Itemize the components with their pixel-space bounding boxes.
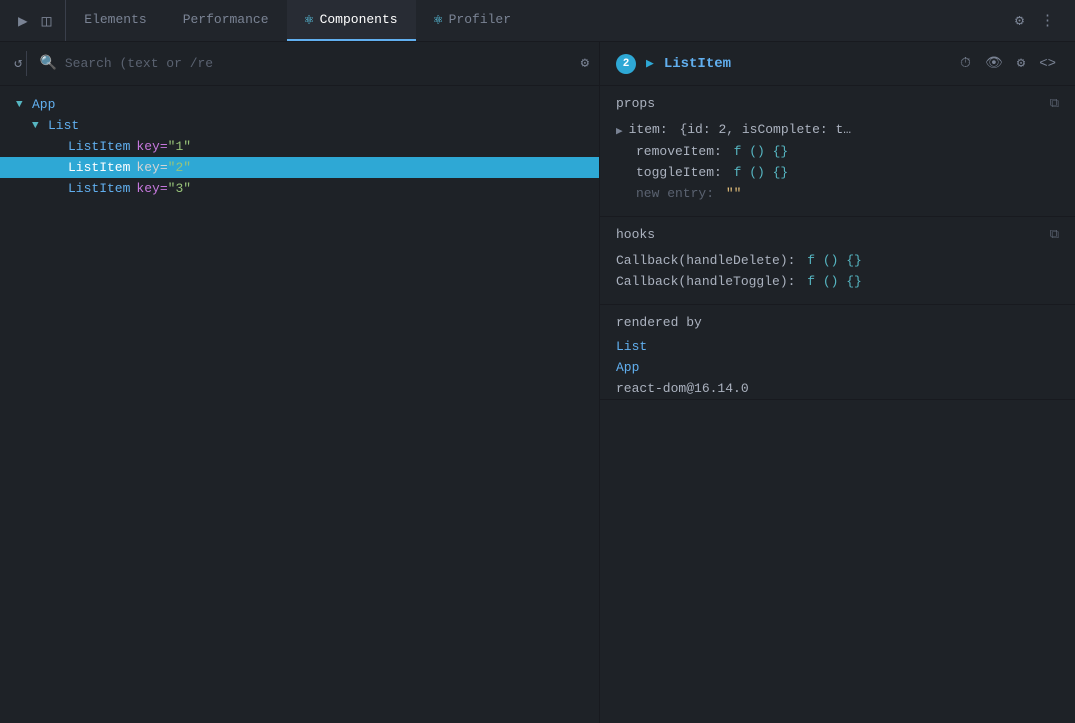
prop-key-newentry: new entry: xyxy=(636,186,714,201)
component-name-list: List xyxy=(48,118,79,133)
rendered-by-section: rendered by List App react-dom@16.14.0 xyxy=(600,305,1075,400)
search-input[interactable] xyxy=(65,56,573,71)
props-content: ▶ item: {id: 2, isComplete: t… removeIte… xyxy=(600,117,1075,216)
prop-row-item: ▶ item: {id: 2, isComplete: t… xyxy=(616,119,1059,141)
component-header: 2 ▶ ListItem ⏱ 👁 ⚙ <> xyxy=(600,42,1075,86)
prop-row-newentry: new entry: "" xyxy=(616,183,1059,204)
detail-sections: props ⧉ ▶ item: {id: 2, isComplete: t… r… xyxy=(600,86,1075,723)
prop-value-item: {id: 2, isComplete: t… xyxy=(672,122,851,137)
key-attr-listitem-1: key="1" xyxy=(136,139,191,154)
hooks-section: hooks ⧉ Callback(handleDelete): f () {} … xyxy=(600,217,1075,305)
props-label: props xyxy=(616,96,655,111)
tree-item-app[interactable]: ▼ App xyxy=(0,94,599,115)
left-panel: ↺ 🔍 ⚙ ▼ App ▼ List ▶ ListItem key="1" xyxy=(0,42,600,723)
prop-value-toggleitem: f () {} xyxy=(726,165,788,180)
header-actions: ⏱ 👁 ⚙ <> xyxy=(957,52,1059,75)
tab-bar: ▶ ◫ Search (text or /re Elements Perform… xyxy=(0,0,1075,42)
prop-row-toggleitem: toggleItem: f () {} xyxy=(616,162,1059,183)
hooks-label: hooks xyxy=(616,227,655,242)
props-section-header: props ⧉ xyxy=(600,86,1075,117)
tab-profiler[interactable]: ⚛ Profiler xyxy=(416,0,529,41)
search-icon: 🔍 xyxy=(39,55,56,72)
main-content: ↺ 🔍 ⚙ ▼ App ▼ List ▶ ListItem key="1" xyxy=(0,42,1075,723)
badge-arrow-icon: ▶ xyxy=(646,56,654,71)
rendered-by-reactdom: react-dom@16.14.0 xyxy=(600,378,1075,399)
tab-components-text: Components xyxy=(320,12,398,27)
tree-item-list[interactable]: ▼ List xyxy=(0,115,599,136)
prop-value-newentry: "" xyxy=(718,186,741,201)
prop-arrow-item: ▶ xyxy=(616,124,623,138)
tab-elements[interactable]: Search (text or /re Elements xyxy=(66,0,164,41)
props-section: props ⧉ ▶ item: {id: 2, isComplete: t… r… xyxy=(600,86,1075,217)
timer-icon[interactable]: ⏱ xyxy=(957,53,974,75)
rendered-by-content: List App react-dom@16.14.0 xyxy=(600,336,1075,399)
react-icon-profiler: ⚛ xyxy=(434,10,443,29)
react-icon-components: ⚛ xyxy=(305,10,314,29)
component-settings-icon[interactable]: ⚙ xyxy=(1014,52,1028,75)
tab-elements-text: Elements xyxy=(84,12,146,27)
prop-key-toggleitem: toggleItem: xyxy=(636,165,722,180)
code-icon[interactable]: <> xyxy=(1036,53,1059,75)
right-panel: 2 ▶ ListItem ⏱ 👁 ⚙ <> props ⧉ xyxy=(600,42,1075,723)
tree-arrow-app: ▼ xyxy=(16,99,28,111)
cursor-icon[interactable]: ▶ xyxy=(14,7,32,35)
tree-arrow-list: ▼ xyxy=(32,120,44,132)
more-icon[interactable]: ⋮ xyxy=(1034,7,1061,34)
hook-key-handletoggle: Callback(handleToggle): xyxy=(616,274,795,289)
key-attr-listitem-2: key="2" xyxy=(136,160,191,175)
rendered-by-label: rendered by xyxy=(616,315,702,330)
devtools-mode-icons: ▶ ◫ xyxy=(4,0,66,41)
tab-performance-text: Performance xyxy=(183,12,269,27)
tab-bar-right-actions: ⚙ ⋮ xyxy=(999,7,1071,34)
tab-profiler-text: Profiler xyxy=(449,12,511,27)
rendered-by-header: rendered by xyxy=(600,305,1075,336)
tree-item-listitem-1[interactable]: ▶ ListItem key="1" xyxy=(0,136,599,157)
component-name-listitem-3: ListItem xyxy=(68,181,130,196)
prop-value-removeitem: f () {} xyxy=(726,144,788,159)
hook-key-handledelete: Callback(handleDelete): xyxy=(616,253,795,268)
tree-item-listitem-3[interactable]: ▶ ListItem key="3" xyxy=(0,178,599,199)
hooks-copy-icon[interactable]: ⧉ xyxy=(1050,227,1059,242)
component-name-listitem-2: ListItem xyxy=(68,160,130,175)
tab-performance[interactable]: Performance xyxy=(165,0,287,41)
component-name-app: App xyxy=(32,97,55,112)
props-copy-icon[interactable]: ⧉ xyxy=(1050,96,1059,111)
prop-key-item: item: xyxy=(629,122,668,137)
hook-row-handletoggle: Callback(handleToggle): f () {} xyxy=(616,271,1059,292)
component-name-listitem-1: ListItem xyxy=(68,139,130,154)
tree-item-listitem-2[interactable]: ▶ ListItem key="2" xyxy=(0,157,599,178)
rendered-by-list[interactable]: List xyxy=(600,336,1075,357)
settings-icon[interactable]: ⚙ xyxy=(1009,7,1030,34)
prop-key-removeitem: removeItem: xyxy=(636,144,722,159)
search-settings-icon[interactable]: ⚙ xyxy=(581,55,589,72)
cursor-mode-icon[interactable]: ↺ xyxy=(10,51,27,76)
rendered-by-app[interactable]: App xyxy=(600,357,1075,378)
key-attr-listitem-3: key="3" xyxy=(136,181,191,196)
tab-components[interactable]: ⚛ Components xyxy=(287,0,416,41)
search-bar: ↺ 🔍 ⚙ xyxy=(0,42,599,86)
hooks-section-header: hooks ⧉ xyxy=(600,217,1075,248)
layers-icon[interactable]: ◫ xyxy=(38,7,56,35)
hook-value-handledelete: f () {} xyxy=(799,253,861,268)
eye-icon[interactable]: 👁 xyxy=(982,52,1006,75)
hook-value-handletoggle: f () {} xyxy=(799,274,861,289)
hook-row-handledelete: Callback(handleDelete): f () {} xyxy=(616,250,1059,271)
component-tree: ▼ App ▼ List ▶ ListItem key="1" ▶ ListIt… xyxy=(0,86,599,723)
prop-row-removeitem: removeItem: f () {} xyxy=(616,141,1059,162)
component-badge: 2 xyxy=(616,54,636,74)
hooks-content: Callback(handleDelete): f () {} Callback… xyxy=(600,248,1075,304)
selected-component-name: ListItem xyxy=(664,56,947,72)
